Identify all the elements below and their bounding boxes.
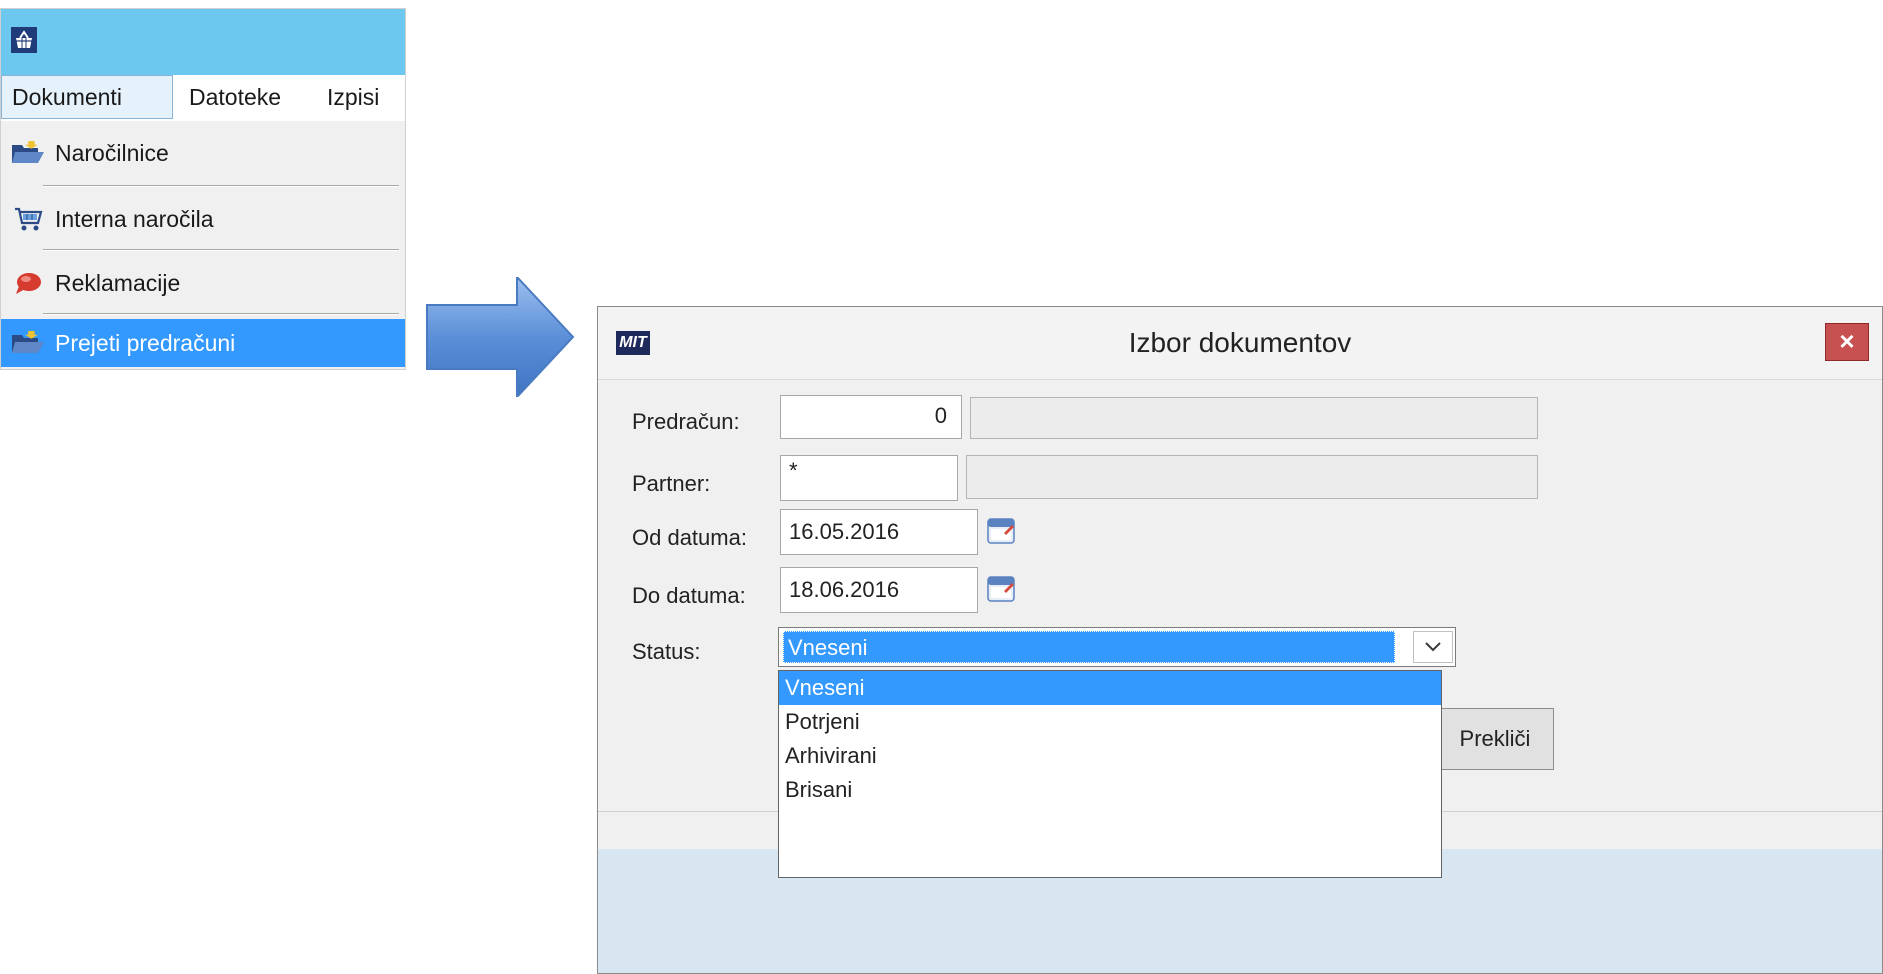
dialog-titlebar[interactable]: MIT Izbor dokumentov × bbox=[598, 307, 1882, 380]
menu-titlebar bbox=[1, 9, 405, 75]
menu-item-narocilnice[interactable]: Naročilnice bbox=[1, 127, 405, 179]
dialog-body: Predračun: 0 Partner: * Od datuma: 16.05… bbox=[598, 379, 1882, 973]
menu-separator bbox=[43, 313, 399, 315]
menubar-item-dokumenti[interactable]: Dokumenti bbox=[1, 75, 173, 119]
menubar-item-datoteke[interactable]: Datoteke bbox=[179, 75, 291, 119]
cancel-button[interactable]: Prekliči bbox=[1436, 708, 1554, 770]
menu-item-label: Interna naročila bbox=[55, 205, 214, 232]
speech-bubble-icon bbox=[11, 269, 45, 297]
menu-item-label: Naročilnice bbox=[55, 139, 169, 166]
do-datuma-label: Do datuma: bbox=[632, 583, 746, 608]
chevron-down-icon bbox=[1425, 642, 1441, 652]
predracun-description-field bbox=[970, 397, 1538, 439]
status-options-list: Vneseni Potrjeni Arhivirani Brisani bbox=[778, 670, 1442, 878]
partner-input[interactable]: * bbox=[780, 455, 958, 501]
menubar: Dokumenti Datoteke Izpisi bbox=[1, 75, 405, 122]
menu-item-interna-narocila[interactable]: Interna naročila bbox=[1, 193, 405, 245]
status-selected-value: Vneseni bbox=[783, 631, 1395, 663]
status-label: Status: bbox=[632, 639, 701, 664]
shopping-cart-icon bbox=[11, 205, 45, 233]
predracun-label: Predračun: bbox=[632, 409, 740, 434]
predracun-input[interactable]: 0 bbox=[780, 395, 962, 439]
izbor-dokumentov-dialog: MIT Izbor dokumentov × Predračun: 0 Part… bbox=[597, 306, 1883, 974]
menu-separator bbox=[43, 249, 399, 251]
status-option-vneseni[interactable]: Vneseni bbox=[779, 671, 1441, 705]
menu-item-reklamacije[interactable]: Reklamacije bbox=[1, 257, 405, 309]
shopping-basket-icon[interactable] bbox=[11, 27, 37, 53]
partner-label: Partner: bbox=[632, 471, 711, 496]
menu-item-label: Prejeti predračuni bbox=[55, 329, 236, 356]
calendar-icon[interactable] bbox=[986, 515, 1016, 545]
partner-description-field bbox=[966, 455, 1538, 499]
status-option-potrjeni[interactable]: Potrjeni bbox=[779, 705, 1441, 739]
dialog-title: Izbor dokumentov bbox=[1128, 327, 1352, 358]
folder-open-icon bbox=[11, 329, 45, 357]
menu-separator bbox=[43, 185, 399, 187]
od-datuma-label: Od datuma: bbox=[632, 525, 747, 550]
menubar-item-izpisi[interactable]: Izpisi bbox=[317, 75, 389, 119]
calendar-icon[interactable] bbox=[986, 573, 1016, 603]
close-button[interactable]: × bbox=[1825, 323, 1869, 361]
do-datuma-input[interactable]: 18.06.2016 bbox=[780, 567, 978, 613]
status-dropdown-button[interactable] bbox=[1413, 631, 1453, 663]
menu-dropdown: Naročilnice Interna naročila Reklamacije… bbox=[1, 121, 405, 369]
status-option-arhivirani[interactable]: Arhivirani bbox=[779, 739, 1441, 773]
right-arrow-icon bbox=[426, 277, 575, 397]
menu-item-label: Reklamacije bbox=[55, 269, 181, 296]
status-option-brisani[interactable]: Brisani bbox=[779, 773, 1441, 807]
folder-open-icon bbox=[11, 139, 45, 167]
menu-window: Dokumenti Datoteke Izpisi Naročilnice In… bbox=[0, 8, 406, 370]
menu-item-prejeti-predracuni[interactable]: Prejeti predračuni bbox=[1, 319, 405, 367]
status-select[interactable]: Vneseni bbox=[778, 627, 1456, 667]
od-datuma-input[interactable]: 16.05.2016 bbox=[780, 509, 978, 555]
